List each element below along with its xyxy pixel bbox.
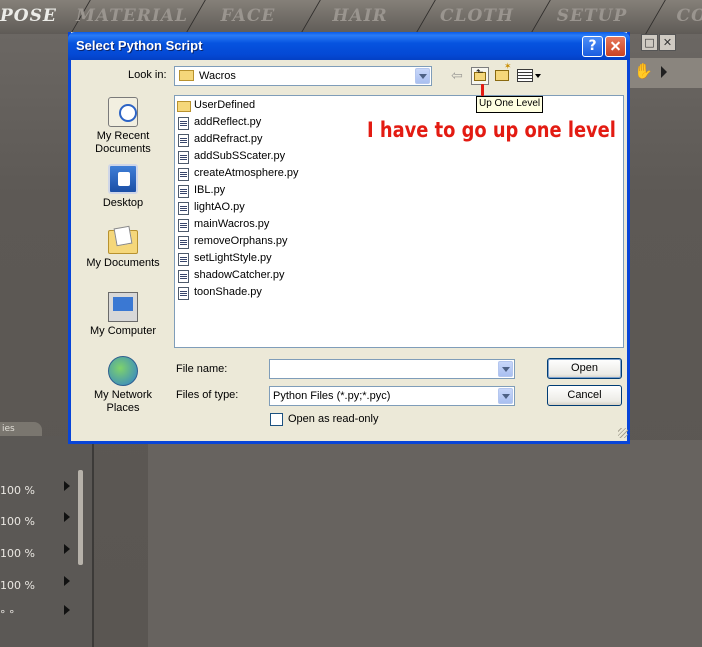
recent-documents-icon [108,97,138,127]
desktop-icon [108,164,138,194]
place-desktop[interactable]: Desktop [83,164,163,210]
network-places-icon [108,356,138,386]
place-label: My Documents [86,257,160,269]
chevron-down-icon[interactable] [415,68,430,84]
select-python-script-dialog: Select Python Script ? Look in: Wacros ⇦… [68,32,630,444]
place-my-computer[interactable]: My Computer [83,292,163,338]
python-file-icon [178,236,189,249]
arrow-right-icon[interactable] [64,605,70,615]
file-item[interactable]: toonShade.py [177,285,317,302]
param-row[interactable]: 100 % [0,543,80,565]
open-button[interactable]: Open [547,358,622,379]
new-folder-icon[interactable] [495,62,512,81]
folder-icon [177,101,191,112]
param-row[interactable]: 100 % [0,480,80,502]
arrow-right-icon[interactable] [64,544,70,554]
python-file-icon [178,253,189,266]
close-button[interactable] [605,36,626,57]
file-type-label: Files of type: [176,389,239,401]
python-file-icon [178,151,189,164]
bg-scrollbar[interactable] [78,470,83,565]
file-item[interactable]: lightAO.py [177,200,317,217]
look-in-value: Wacros [199,70,236,82]
views-menu-icon[interactable] [517,69,533,82]
place-my-recent-documents[interactable]: My Recent Documents [83,97,163,156]
place-label: My Computer [89,325,157,337]
maximize-icon[interactable]: □ [641,34,658,51]
cancel-button[interactable]: Cancel [547,385,622,406]
file-item[interactable]: removeOrphans.py [177,234,317,251]
chevron-down-icon[interactable] [498,361,513,377]
python-file-icon [178,287,189,300]
tab-cloth-label: CLOTH [439,6,514,26]
place-label: My Network Places [93,389,153,414]
python-file-icon [178,117,189,130]
up-one-level-tooltip: Up One Level [476,96,544,113]
my-documents-icon [108,230,138,254]
param-row[interactable]: 100 % [0,511,80,533]
file-item[interactable]: addRefract.py [177,132,317,149]
file-item[interactable]: mainWacros.py [177,217,317,234]
python-file-icon [178,185,189,198]
tab-content-label: CON [676,6,702,26]
views-dropdown-arrow-icon[interactable] [535,74,541,78]
bg-close-icon[interactable]: ✕ [659,34,676,51]
arrow-right-icon[interactable] [64,576,70,586]
file-type-value: Python Files (*.py;*.pyc) [273,390,391,402]
document-area [148,440,702,647]
python-file-icon [178,219,189,232]
python-file-icon [178,168,189,181]
annotation-marker [481,84,484,96]
look-in-dropdown[interactable]: Wacros [174,66,432,86]
read-only-checkbox[interactable] [270,413,283,426]
back-arrow-icon[interactable]: ⇦ [451,69,465,83]
hand-icon[interactable]: ✋ [634,62,653,80]
up-arrow-icon: ⬑ [476,68,484,78]
python-file-icon [178,270,189,283]
place-my-network-places[interactable]: My Network Places [83,356,163,415]
tab-hair-label: HAIR [332,6,388,26]
my-computer-icon [108,292,138,322]
resize-grip-icon[interactable] [618,428,628,438]
chevron-down-icon[interactable] [498,388,513,404]
python-file-icon [178,202,189,215]
arrow-right-icon[interactable] [64,512,70,522]
tab-face-label: FACE [220,6,276,26]
param-row[interactable]: ° ° [0,604,80,626]
dialog-title: Select Python Script [76,38,203,53]
play-icon[interactable] [661,66,667,78]
read-only-label[interactable]: Open as read-only [288,413,379,425]
param-row[interactable]: 100 % [0,575,80,597]
tab-material-label: MATERIAL [76,6,188,26]
file-item[interactable]: IBL.py [177,183,317,200]
file-name-label: File name: [176,363,228,375]
file-item[interactable]: addReflect.py [177,115,317,132]
python-file-icon [178,134,189,147]
place-my-documents[interactable]: My Documents [83,226,163,270]
place-label: Desktop [102,197,144,209]
annotation-text: I have to go up one level [367,118,616,142]
arrow-right-icon[interactable] [64,481,70,491]
folder-icon [179,70,194,81]
up-one-level-button[interactable]: ⬑ [471,67,489,85]
file-item[interactable]: setLightStyle.py [177,251,317,268]
file-name-input[interactable] [269,359,515,379]
look-in-label: Look in: [128,69,167,81]
tab-setup-label: SETUP [556,6,628,26]
file-item[interactable]: addSubSScater.py [177,149,317,166]
file-item[interactable]: shadowCatcher.py [177,268,317,285]
place-label: My Recent Documents [95,130,151,155]
help-button[interactable]: ? [582,36,603,57]
file-type-select[interactable]: Python Files (*.py;*.pyc) [269,386,515,406]
folder-item[interactable]: UserDefined [177,98,317,115]
file-item[interactable]: createAtmosphere.py [177,166,317,183]
app-tab-bar: POSE MATERIAL FACE HAIR CLOTH SETUP CON [0,0,702,34]
dialog-title-bar[interactable]: Select Python Script ? [68,32,630,60]
bg-panel-tab[interactable]: ies [0,422,42,436]
